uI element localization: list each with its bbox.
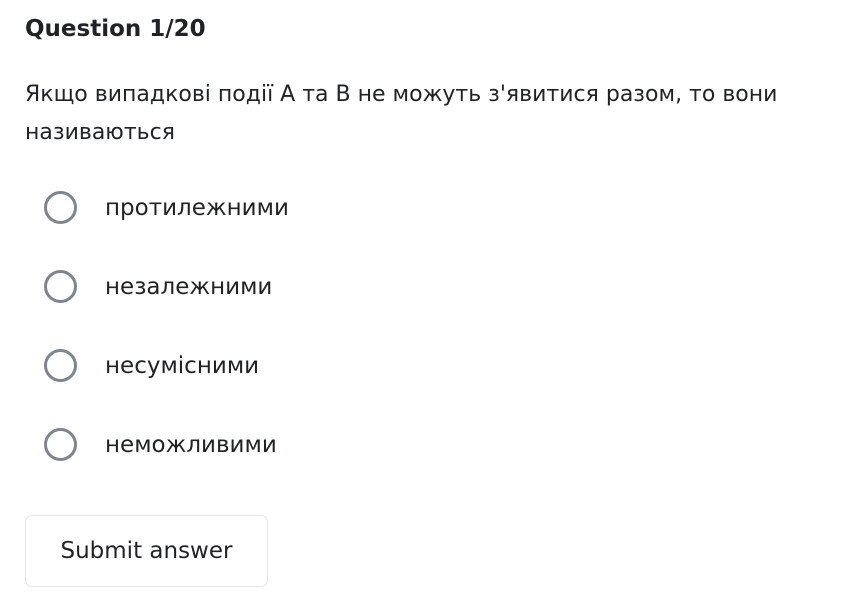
answer-options: протилежними незалежними несумісними нем… (25, 171, 625, 487)
answer-option-1[interactable]: протилежними (25, 171, 625, 250)
answer-option-4[interactable]: неможливими (25, 408, 625, 487)
radio-button-icon[interactable] (44, 191, 77, 224)
question-counter: Question 1/20 (25, 16, 206, 42)
radio-button-icon[interactable] (44, 349, 77, 382)
radio-button-icon[interactable] (44, 428, 77, 461)
radio-button-icon[interactable] (44, 270, 77, 303)
question-text: Якщо випадкові події A та B не можуть з'… (25, 82, 778, 145)
submit-answer-button[interactable]: Submit answer (25, 515, 268, 587)
answer-option-3[interactable]: несумісними (25, 329, 625, 408)
answer-option-label: незалежними (105, 274, 273, 300)
answer-option-label: протилежними (105, 195, 289, 221)
answer-option-2[interactable]: незалежними (25, 250, 625, 329)
answer-option-label: несумісними (105, 353, 260, 379)
answer-option-label: неможливими (105, 432, 277, 458)
